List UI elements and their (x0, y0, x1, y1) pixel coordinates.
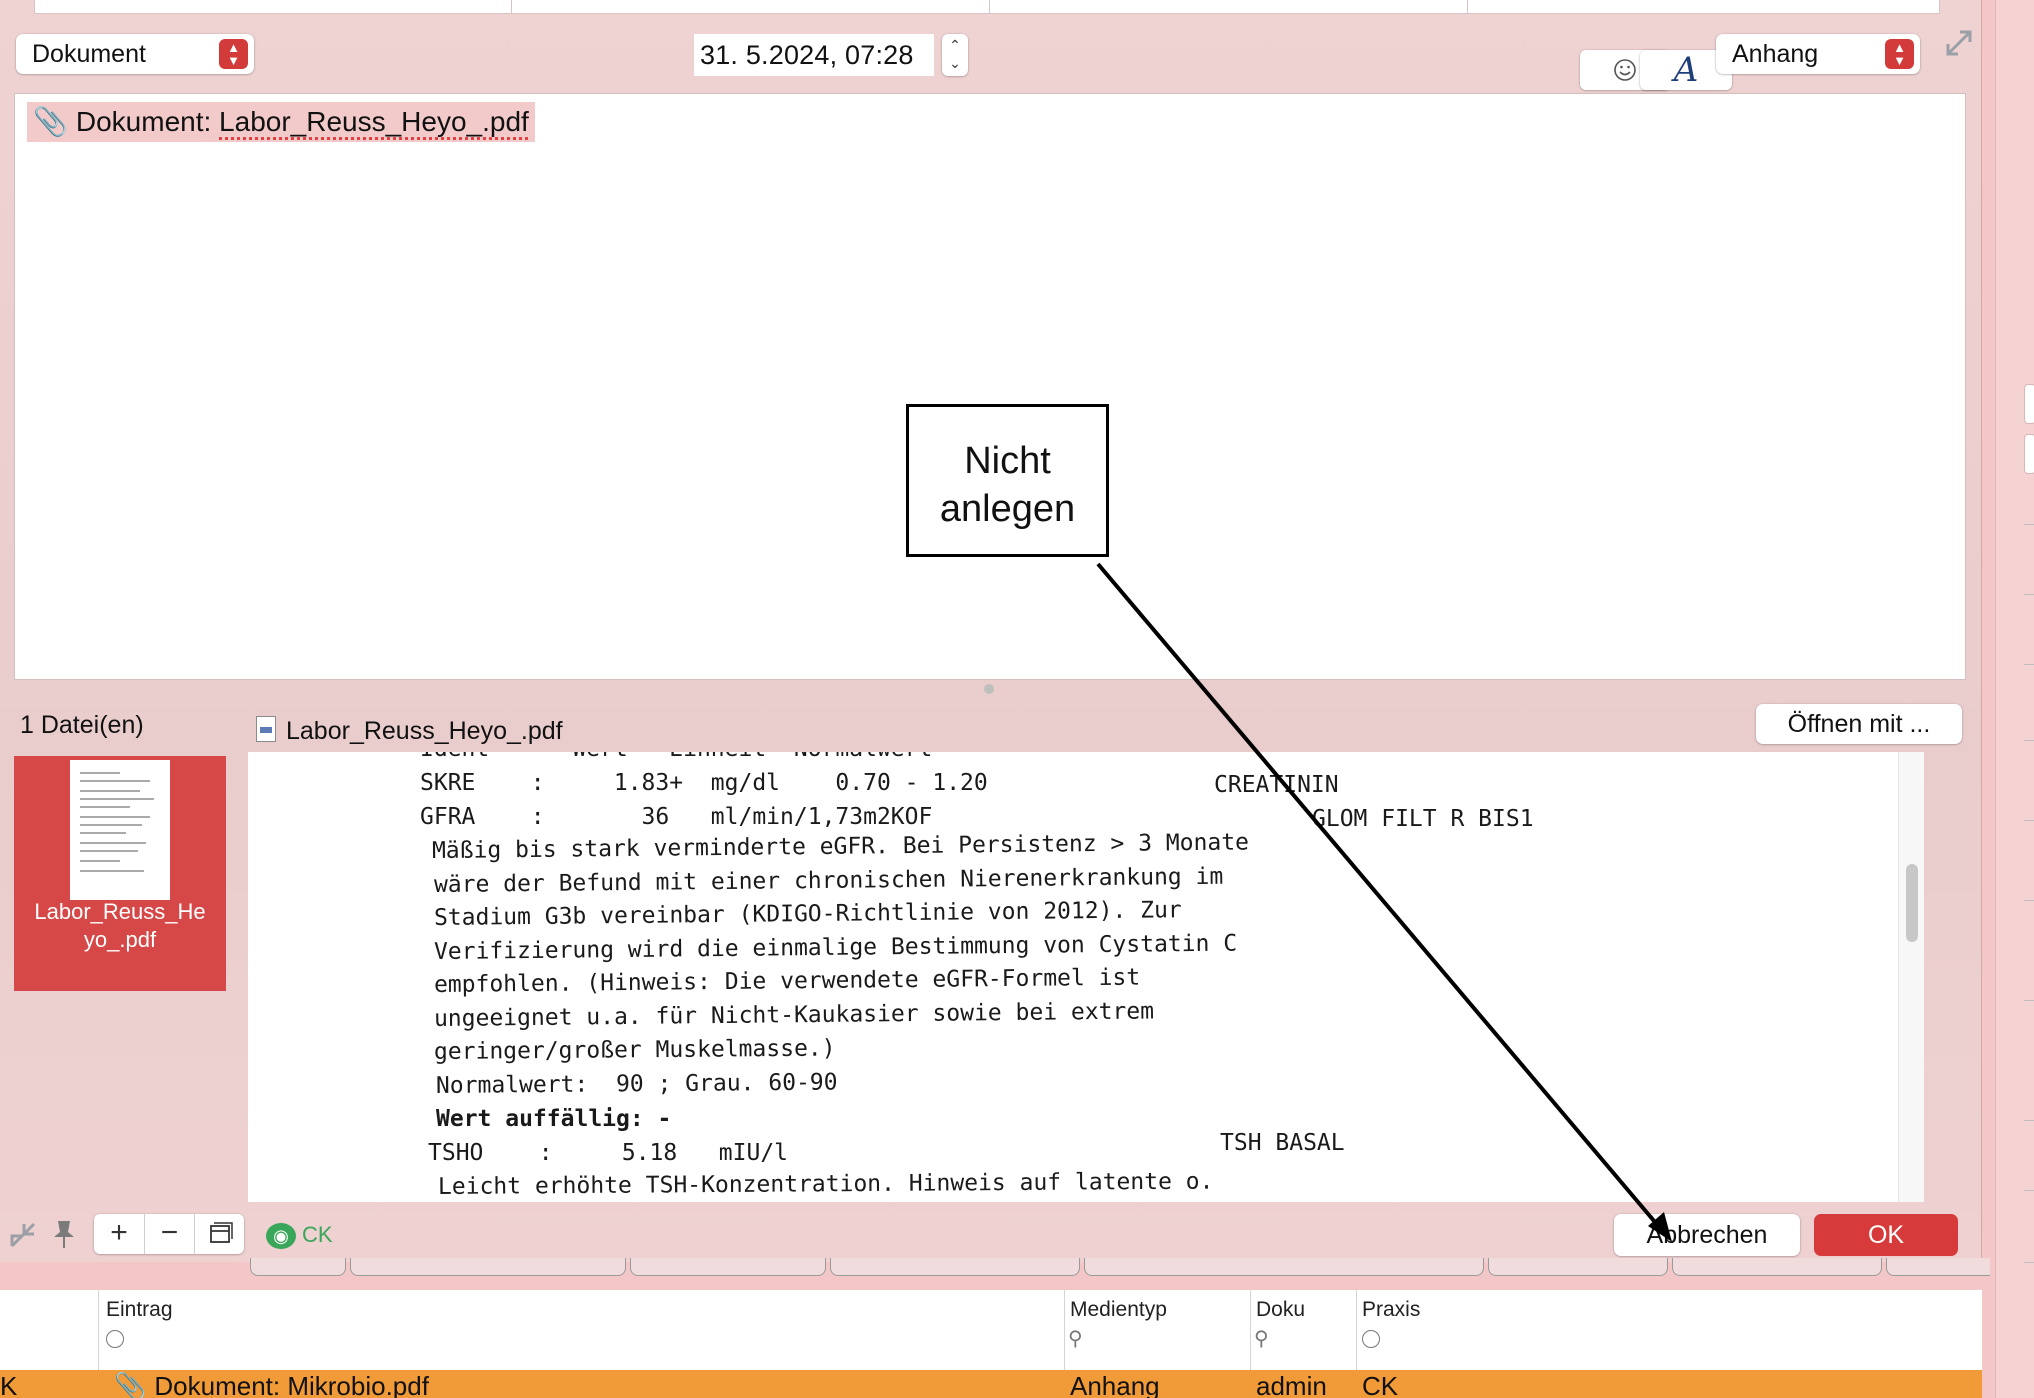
expand-icon[interactable] (1944, 28, 1974, 58)
column-header-medientyp[interactable]: Medientyp (1070, 1298, 1167, 1322)
callout-line2: anlegen (939, 488, 1076, 530)
ck-label: CK (302, 1222, 333, 1247)
pdf-text-line: TSHO : 5.18 mIU/l (428, 1140, 789, 1166)
divider (2024, 1262, 2034, 1263)
row-doku: admin (1256, 1371, 1327, 1398)
pdf-text-line: Wert auffällig: - (436, 1106, 672, 1132)
callout-line1: Nicht (964, 440, 1051, 482)
remove-button[interactable]: − (144, 1214, 194, 1254)
pdf-scrollbar[interactable] (1898, 752, 1924, 1202)
divider (2024, 1120, 2034, 1121)
attached-document-entry[interactable]: 📎 Dokument: Labor_Reuss_Heyo_.pdf (27, 102, 535, 142)
category-select[interactable]: Anhang ▲ ▼ (1716, 34, 1920, 74)
attachment-thumbnail[interactable]: Labor_Reuss_He yo_.pdf (14, 756, 226, 991)
entry-prefix: Dokument: (75, 106, 220, 137)
pdf-text-line: empfohlen. (Hinweis: Die verwendete eGFR… (433, 964, 1141, 998)
pdf-right-label: TSH BASAL (1220, 1130, 1345, 1156)
visibility-badge[interactable]: ◉ CK (266, 1222, 333, 1249)
chevron-down-icon[interactable]: ⌄ (949, 55, 961, 71)
entry-type-value: Dokument (32, 40, 146, 68)
column-header-praxis[interactable]: Praxis (1362, 1298, 1420, 1322)
pin-icon[interactable] (50, 1218, 78, 1250)
thumbnail-label: Labor_Reuss_He yo_.pdf (14, 898, 226, 954)
divider (2024, 524, 2034, 525)
add-button[interactable]: + (94, 1214, 144, 1254)
date-time-field[interactable]: 31. 5.2024, 07:28 (694, 34, 934, 76)
pdf-text-line: Stadium G3b vereinbar (KDIGO-Richtlinie … (433, 897, 1182, 931)
pdf-right-label: GLOM FILT R BIS1 (1312, 806, 1534, 832)
row-entry-text: Dokument: Mikrobio.pdf (154, 1371, 429, 1398)
background-field (2024, 434, 2034, 474)
row-entry: 📎 Dokument: Mikrobio.pdf (114, 1370, 429, 1398)
splitter-handle[interactable] (984, 684, 994, 694)
window-button[interactable] (194, 1214, 244, 1254)
paperclip-icon: 📎 (33, 106, 68, 137)
window-icon (210, 1222, 233, 1243)
file-count-label: 1 Datei(en) (20, 711, 144, 739)
thumbnail-label-line1: Labor_Reuss_He (34, 899, 206, 924)
pdf-page-thumbnail (70, 760, 170, 900)
preview-filename: Labor_Reuss_Heyo_.pdf (286, 717, 563, 745)
pdf-right-label: CREATININ (1214, 772, 1339, 798)
pdf-text-line: GFRA : 36 ml/min/1,73m2KOF (420, 804, 933, 830)
collapse-icon[interactable] (8, 1220, 38, 1250)
pdf-text-line: Verifizierung wird die einmalige Bestimm… (433, 930, 1238, 965)
pdf-preview[interactable]: Ident Wert Einheit Normalwert SKRE : 1.8… (248, 752, 1924, 1202)
ok-button[interactable]: OK (1814, 1214, 1958, 1256)
dialog-bottom-bar: + − ◉ CK Abbrechen OK (0, 1202, 1982, 1262)
background-window-edge (1995, 0, 2034, 1398)
pdf-file-icon (256, 716, 276, 742)
font-icon: A (1673, 50, 1699, 90)
pdf-text-line: wäre der Befund mit einer chronischen Ni… (433, 863, 1224, 898)
search-icon[interactable]: ⚲ (1068, 1326, 1083, 1351)
pdf-text-line: Mäßig bis stark verminderte eGFR. Bei Pe… (431, 829, 1250, 864)
divider (2024, 900, 2034, 901)
entries-table: Eintrag Medientyp Doku Praxis ⚲ ⚲ K 📎 Dok… (0, 1290, 1982, 1398)
divider (2024, 1190, 2034, 1191)
pdf-text-line: Normalwert: 90 ; Grau. 60-90 (435, 1069, 838, 1099)
top-table-strip (34, 0, 1940, 14)
eye-icon: ◉ (266, 1223, 296, 1249)
entry-actions-segmented: + − (94, 1214, 244, 1254)
divider (2024, 820, 2034, 821)
column-header-eintrag[interactable]: Eintrag (106, 1298, 173, 1322)
chevron-updown-icon: ▲ ▼ (219, 39, 248, 69)
divider (2024, 664, 2034, 665)
background-tab-bar (250, 1258, 1990, 1278)
annotation-callout: Nicht anlegen (906, 404, 1109, 557)
pdf-text-line: SKRE : 1.83+ mg/dl 0.70 - 1.20 (420, 770, 988, 796)
entry-type-select[interactable]: Dokument ▲ ▼ (16, 34, 254, 74)
search-icon[interactable]: ⚲ (1254, 1326, 1269, 1351)
pdf-text-line: geringer/großer Muskelmasse.) (433, 1035, 836, 1065)
pdf-text-line: ungeeignet u.a. für Nicht-Kaukasier sowi… (433, 998, 1155, 1032)
chevron-updown-icon: ▲ ▼ (1885, 39, 1914, 69)
entry-text-editor[interactable]: 📎 Dokument: Labor_Reuss_Heyo_.pdf (14, 93, 1966, 680)
divider (2024, 594, 2034, 595)
filter-radio[interactable] (106, 1330, 124, 1348)
row-prefix: K (0, 1371, 18, 1398)
cancel-button[interactable]: Abbrechen (1614, 1214, 1800, 1256)
pdf-text-line: Leicht erhöhte TSH-Konzentration. Hinwei… (437, 1168, 1214, 1200)
thumbnail-label-line2: yo_.pdf (83, 927, 157, 952)
row-media-type: Anhang (1070, 1371, 1160, 1398)
pdf-text-line: Ident Wert Einheit Normalwert (420, 752, 932, 764)
open-with-button[interactable]: Öffnen mit ... (1756, 704, 1962, 744)
paperclip-icon: 📎 (114, 1371, 147, 1398)
chevron-up-icon[interactable]: ⌃ (949, 37, 961, 53)
divider (2024, 740, 2034, 741)
filter-radio[interactable] (1362, 1330, 1380, 1348)
scrollbar-thumb[interactable] (1906, 864, 1918, 942)
row-praxis: CK (1362, 1371, 1399, 1398)
entry-filename: Labor_Reuss_Heyo_.pdf (219, 106, 529, 137)
category-value: Anhang (1732, 40, 1819, 68)
document-entry-dialog: Dokument ▲ ▼ 31. 5.2024, 07:28 ⌃ ⌄ A Anha… (0, 0, 1982, 1262)
background-field (2024, 384, 2034, 424)
column-header-doku[interactable]: Doku (1256, 1298, 1305, 1322)
preview-title: Labor_Reuss_Heyo_.pdf (256, 714, 563, 748)
divider (2024, 1000, 2034, 1001)
date-stepper[interactable]: ⌃ ⌄ (942, 34, 968, 76)
